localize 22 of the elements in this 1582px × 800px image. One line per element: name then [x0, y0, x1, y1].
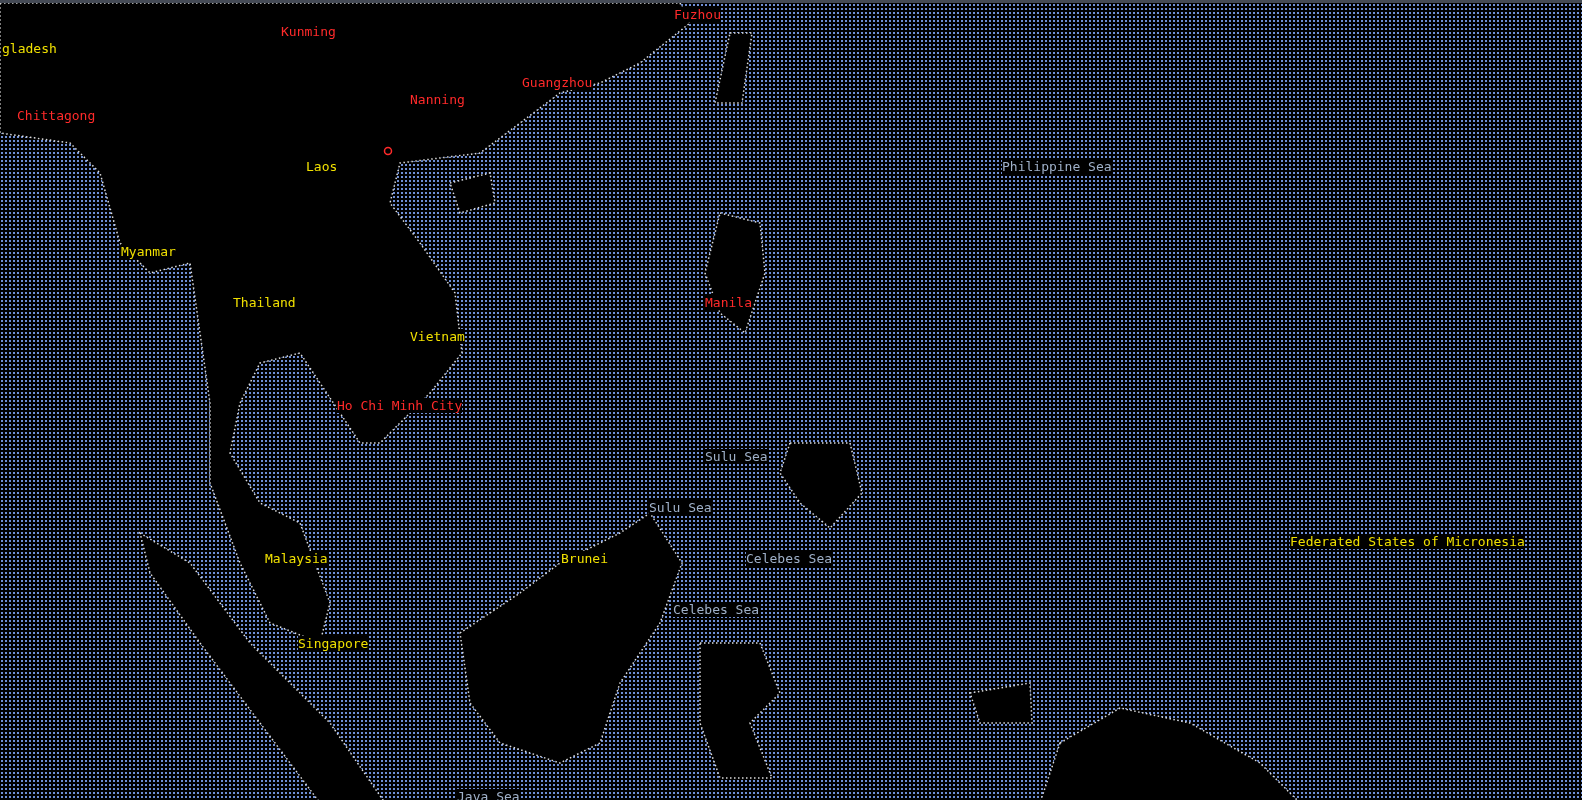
- country-label: Vietnam: [410, 329, 465, 344]
- country-label: gladesh: [2, 41, 57, 56]
- city-label: Kunming: [281, 24, 336, 39]
- country-label: Malaysia: [265, 551, 328, 566]
- location-marker-icon: [383, 146, 393, 156]
- country-label: Laos: [306, 159, 338, 174]
- city-label: Nanning: [410, 92, 465, 107]
- country-label: Brunei: [561, 551, 608, 566]
- sea-label: Celebes Sea: [746, 551, 833, 566]
- city-label: Fuzhou: [674, 7, 721, 22]
- city-label: Ho Chi Minh City: [337, 398, 463, 413]
- city-label: Guangzhou: [522, 75, 593, 90]
- sea-label: Sulu Sea: [649, 500, 712, 515]
- country-label: Myanmar: [121, 244, 176, 259]
- country-label: Thailand: [233, 295, 296, 310]
- sea-label: Philippine Sea: [1002, 159, 1112, 174]
- sea-label: Celebes Sea: [673, 602, 760, 617]
- country-label: Singapore: [298, 636, 369, 651]
- city-label: Chittagong: [17, 108, 96, 123]
- city-label: Manila: [705, 295, 752, 310]
- sea-label: Sulu Sea: [705, 449, 768, 464]
- country-label: Federated States of Micronesia: [1290, 534, 1525, 549]
